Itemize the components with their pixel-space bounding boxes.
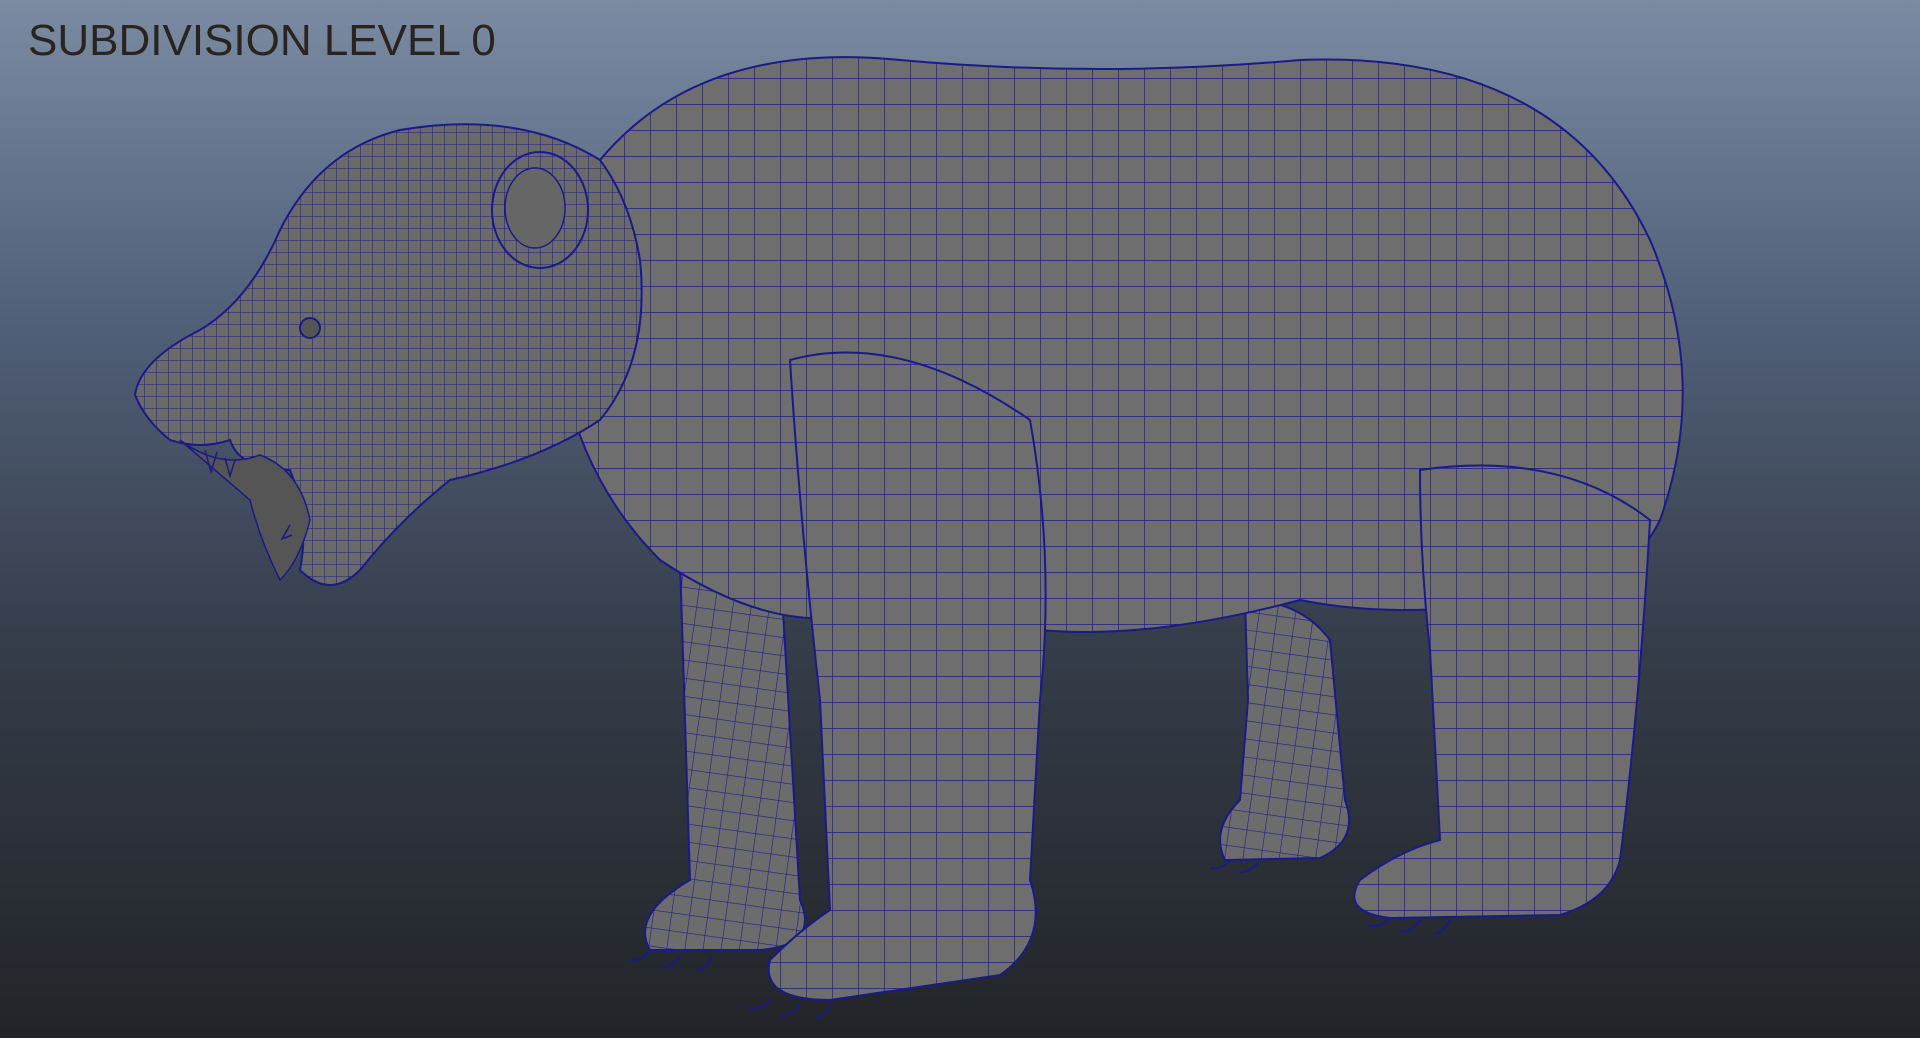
bear-ear-inner xyxy=(504,167,566,249)
front-far-leg xyxy=(644,559,806,951)
rear-far-leg xyxy=(1219,598,1350,862)
3d-viewport[interactable]: SUBDIVISION LEVEL 0 xyxy=(0,0,1920,1038)
bear-mesh-render[interactable] xyxy=(0,0,1920,1038)
bear-eye xyxy=(299,317,321,339)
front-near-leg xyxy=(767,351,1047,1002)
